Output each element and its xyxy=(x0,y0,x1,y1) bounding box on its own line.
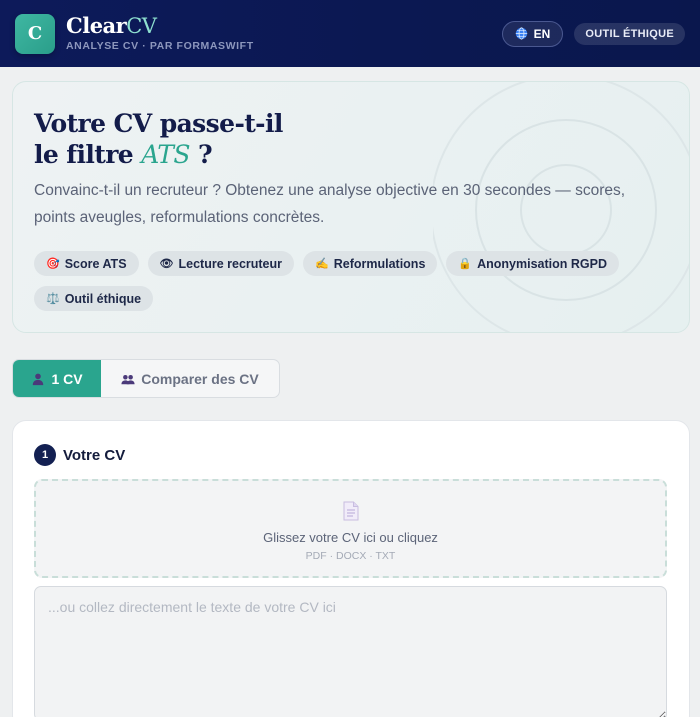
cv-text-input[interactable] xyxy=(34,586,667,717)
brand-name-main: Clear xyxy=(66,13,127,38)
chip-recruiter-reading: 👁 Lecture recruteur xyxy=(147,251,295,276)
ethics-tool-button[interactable]: OUTIL ÉTHIQUE xyxy=(574,22,685,45)
lock-icon: 🔒 xyxy=(458,258,473,270)
tab-compare-cvs[interactable]: Comparer des CV xyxy=(101,360,279,397)
mode-tabs: 1 CV Comparer des CV xyxy=(12,359,280,398)
feature-chips: 🎯 Score ATS 👁 Lecture recruteur ✍️ Refor… xyxy=(34,251,674,311)
dropzone-formats: PDF · DOCX · TXT xyxy=(305,550,396,562)
hero-title-suffix: ? xyxy=(189,140,213,169)
hero-description: Convainc-t-il un recruteur ? Obtenez une… xyxy=(34,182,626,226)
hero-title-accent: ATS xyxy=(141,140,190,169)
brand-name: ClearCV xyxy=(66,13,254,38)
language-label: EN xyxy=(533,26,551,41)
dropzone-label: Glissez votre CV ici ou cliquez xyxy=(263,530,438,545)
target-icon: 🎯 xyxy=(46,258,60,270)
chip-score-ats: 🎯 Score ATS xyxy=(34,251,139,276)
people-icon xyxy=(121,374,135,384)
cv-dropzone[interactable]: Glissez votre CV ici ou cliquez PDF · DO… xyxy=(34,479,667,578)
person-icon xyxy=(33,373,44,385)
scales-icon: ⚖️ xyxy=(46,293,60,305)
tab-compare-label: Comparer des CV xyxy=(141,370,259,387)
hero-title-line2: le filtre ATS ? xyxy=(34,139,283,170)
cv-input-card: 1 Votre CV Glissez votre CV ici ou cliqu… xyxy=(12,420,690,717)
globe-icon xyxy=(515,27,527,40)
chip-label: Anonymisation RGPD xyxy=(477,256,607,271)
eye-icon: 👁 xyxy=(159,258,174,270)
document-icon xyxy=(343,501,359,521)
chip-rewordings: ✍️ Reformulations xyxy=(303,251,438,276)
step-number-badge: 1 xyxy=(34,444,56,466)
logo-icon[interactable]: C xyxy=(15,13,55,54)
hero-title-line1: Votre CV passe-t-il xyxy=(34,109,283,138)
chip-label: Lecture recruteur xyxy=(178,256,283,271)
chip-gdpr-anonymisation: 🔒 Anonymisation RGPD xyxy=(446,251,619,276)
step-title: Votre CV xyxy=(63,446,126,464)
chip-label: Score ATS xyxy=(64,256,127,271)
tab-single-cv[interactable]: 1 CV xyxy=(13,360,101,397)
chip-label: Reformulations xyxy=(333,256,426,271)
brand-subtitle: ANALYSE CV · PAR FORMASWIFT xyxy=(66,40,254,52)
brand: ClearCV ANALYSE CV · PAR FORMASWIFT xyxy=(66,13,254,53)
brand-name-accent: CV xyxy=(126,14,157,38)
tab-single-label: 1 CV xyxy=(51,370,83,387)
app-header: C ClearCV ANALYSE CV · PAR FORMASWIFT EN… xyxy=(0,0,700,67)
header-actions: EN OUTIL ÉTHIQUE xyxy=(501,20,685,47)
hero-title: Votre CV passe-t-il le filtre ATS ? xyxy=(34,108,283,170)
hero-card: Votre CV passe-t-il le filtre ATS ? Conv… xyxy=(12,81,690,333)
language-toggle-button[interactable]: EN xyxy=(501,20,564,47)
chip-ethical-tool: ⚖️ Outil éthique xyxy=(34,286,154,311)
hero-title-prefix: le filtre xyxy=(34,140,142,169)
chip-label: Outil éthique xyxy=(64,291,142,306)
writing-hand-icon: ✍️ xyxy=(315,258,329,270)
step-header: 1 Votre CV xyxy=(34,444,125,466)
